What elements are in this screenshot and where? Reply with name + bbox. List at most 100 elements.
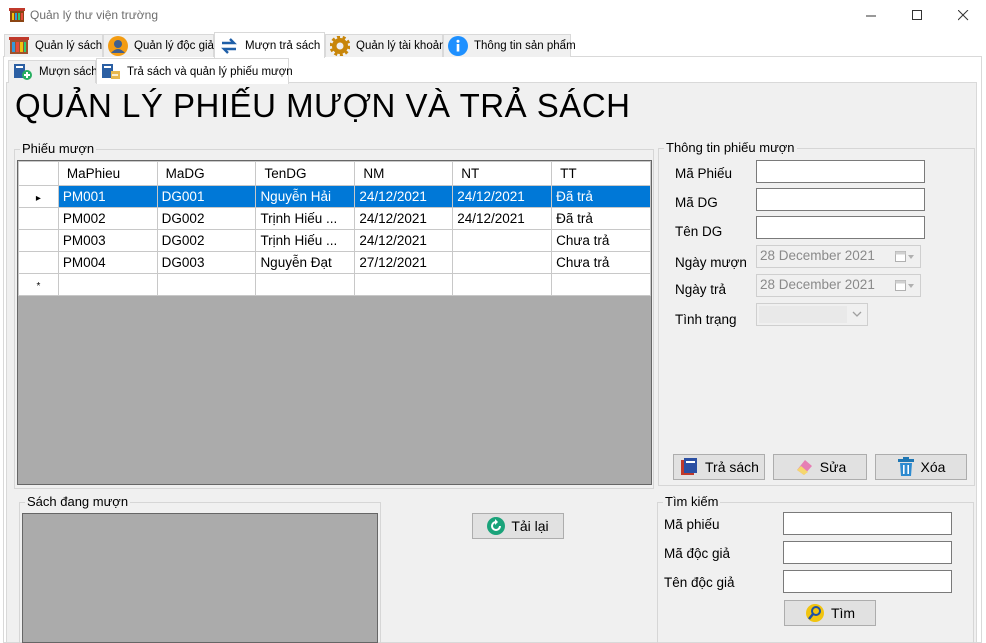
table-cell[interactable]: Chưa trả — [551, 251, 651, 274]
new-row[interactable]: * — [18, 273, 651, 296]
tab-label: Trả sách và quản lý phiếu mượn — [127, 65, 293, 78]
delete-label: Xóa — [920, 459, 946, 475]
table-cell[interactable]: 24/12/2021 — [354, 185, 454, 208]
table-cell[interactable]: Trịnh Hiếu ... — [255, 229, 356, 252]
table-cell[interactable] — [551, 273, 651, 296]
tab-quan-ly-doc-gia[interactable]: Quản lý độc giả — [103, 34, 214, 57]
info-icon — [448, 36, 468, 56]
table-cell[interactable]: 24/12/2021 — [354, 229, 454, 252]
row-header[interactable] — [18, 229, 59, 252]
delete-button[interactable]: Xóa — [875, 454, 967, 480]
ten-dg-label: Tên DG — [675, 224, 723, 239]
table-row[interactable]: PM003 DG002 Trịnh Hiếu ... 24/12/2021 Ch… — [18, 229, 651, 252]
table-row[interactable]: ▸ PM001 DG001 Nguyễn Hải 24/12/2021 24/1… — [18, 185, 651, 208]
column-header[interactable]: NM — [354, 161, 454, 186]
table-cell[interactable] — [156, 273, 257, 296]
loans-grid[interactable]: MaPhieu MaDG TenDG NM NT TT ▸ PM001 DG00… — [17, 160, 652, 485]
tinh-trang-label: Tình trạng — [675, 312, 737, 327]
ma-phieu-input[interactable] — [756, 160, 925, 183]
table-cell[interactable]: Đã trả — [551, 185, 651, 208]
tinh-trang-combobox[interactable] — [756, 303, 868, 326]
search-ma-doc-gia-label: Mã độc giả — [664, 546, 731, 561]
ngay-tra-datepicker[interactable]: 28 December 2021 — [756, 274, 921, 297]
ngay-tra-label: Ngày trả — [675, 282, 727, 297]
column-header[interactable]: TenDG — [255, 161, 356, 186]
table-cell[interactable]: DG001 — [156, 185, 257, 208]
search-ma-phieu-input[interactable] — [783, 512, 952, 535]
ma-dg-input[interactable] — [756, 188, 925, 211]
table-cell[interactable]: Chưa trả — [551, 229, 651, 252]
tab-tra-sach-quan-ly-phieu[interactable]: Trả sách và quản lý phiếu mượn — [96, 58, 293, 84]
search-ten-doc-gia-label: Tên độc giả — [664, 575, 735, 590]
search-ten-doc-gia-input[interactable] — [783, 570, 952, 593]
table-cell[interactable] — [452, 229, 553, 252]
return-book-label: Trả sách — [705, 459, 759, 475]
search-group-legend: Tìm kiếm — [663, 494, 721, 509]
table-cell[interactable]: Nguyễn Đạt — [255, 251, 356, 274]
eraser-icon — [796, 460, 812, 475]
ten-dg-input[interactable] — [756, 216, 925, 239]
table-cell[interactable]: 27/12/2021 — [354, 251, 454, 274]
row-header[interactable] — [18, 251, 59, 274]
table-cell[interactable]: PM003 — [57, 229, 158, 252]
ngay-muon-datepicker[interactable]: 28 December 2021 — [756, 245, 921, 268]
page-title: QUẢN LÝ PHIẾU MƯỢN VÀ TRẢ SÁCH — [15, 87, 631, 124]
ngay-muon-label: Ngày mượn — [675, 255, 747, 270]
asterisk-icon: * — [36, 281, 41, 292]
maximize-button[interactable] — [894, 0, 940, 31]
reload-button[interactable]: Tải lại — [472, 513, 564, 539]
current-row-indicator[interactable]: ▸ — [18, 185, 59, 208]
row-header[interactable] — [18, 207, 59, 230]
table-cell[interactable]: PM002 — [57, 207, 158, 230]
tab-muon-sach[interactable]: Mượn sách — [8, 60, 98, 83]
table-cell[interactable]: 24/12/2021 — [452, 185, 553, 208]
table-cell[interactable]: PM001 — [57, 185, 158, 208]
close-icon — [957, 10, 968, 21]
table-cell[interactable]: PM004 — [57, 251, 158, 274]
chevron-down-icon — [852, 311, 862, 317]
table-cell[interactable] — [255, 273, 356, 296]
search-button-label: Tìm — [830, 605, 856, 621]
tab-label: Quản lý độc giả — [134, 40, 214, 52]
maximize-icon — [911, 10, 922, 20]
table-cell[interactable]: DG003 — [156, 251, 257, 274]
table-cell[interactable] — [57, 273, 158, 296]
table-cell[interactable] — [452, 251, 553, 274]
table-cell[interactable] — [354, 273, 454, 296]
search-button[interactable]: Tìm — [784, 600, 876, 626]
return-book-icon — [681, 458, 698, 475]
combobox-text-area — [759, 306, 847, 323]
edit-label: Sửa — [819, 459, 847, 475]
table-cell[interactable]: DG002 — [156, 229, 257, 252]
close-button[interactable] — [940, 0, 986, 31]
tab-label: Thông tin sản phẩm — [474, 40, 576, 52]
table-row[interactable]: PM004 DG003 Nguyễn Đạt 27/12/2021 Chưa t… — [18, 251, 651, 274]
column-header[interactable]: MaPhieu — [57, 161, 158, 186]
table-cell[interactable] — [452, 273, 553, 296]
table-row[interactable]: PM002 DG002 Trịnh Hiếu ... 24/12/2021 24… — [18, 207, 651, 230]
return-book-button[interactable]: Trả sách — [673, 454, 765, 480]
tab-thong-tin-san-pham[interactable]: Thông tin sản phẩm — [443, 34, 576, 57]
grid-header-row: MaPhieu MaDG TenDG NM NT TT — [18, 161, 651, 186]
column-header[interactable]: NT — [452, 161, 553, 186]
bookshelf-icon — [9, 37, 29, 54]
borrowed-books-grid[interactable] — [22, 513, 378, 643]
column-header[interactable]: MaDG — [156, 161, 257, 186]
tab-quan-ly-tai-khoan[interactable]: Quản lý tài khoản — [325, 34, 446, 57]
minimize-button[interactable] — [848, 0, 894, 31]
edit-button[interactable]: Sửa — [773, 454, 867, 480]
table-cell[interactable]: Đã trả — [551, 207, 651, 230]
loans-table: MaPhieu MaDG TenDG NM NT TT ▸ PM001 DG00… — [18, 161, 651, 296]
table-cell[interactable]: Trịnh Hiếu ... — [255, 207, 356, 230]
new-row-indicator[interactable]: * — [18, 273, 59, 296]
loans-group-legend: Phiếu mượn — [20, 141, 97, 156]
search-ma-doc-gia-input[interactable] — [783, 541, 952, 564]
table-cell[interactable]: 24/12/2021 — [354, 207, 454, 230]
column-header[interactable]: TT — [551, 161, 651, 186]
table-cell[interactable]: Nguyễn Hải — [255, 185, 356, 208]
tab-muon-tra-sach[interactable]: Mượn trả sách — [214, 32, 325, 58]
tab-quan-ly-sach[interactable]: Quản lý sách — [4, 34, 103, 57]
table-cell[interactable]: 24/12/2021 — [452, 207, 553, 230]
calendar-dropdown-icon — [895, 280, 914, 291]
table-cell[interactable]: DG002 — [156, 207, 257, 230]
